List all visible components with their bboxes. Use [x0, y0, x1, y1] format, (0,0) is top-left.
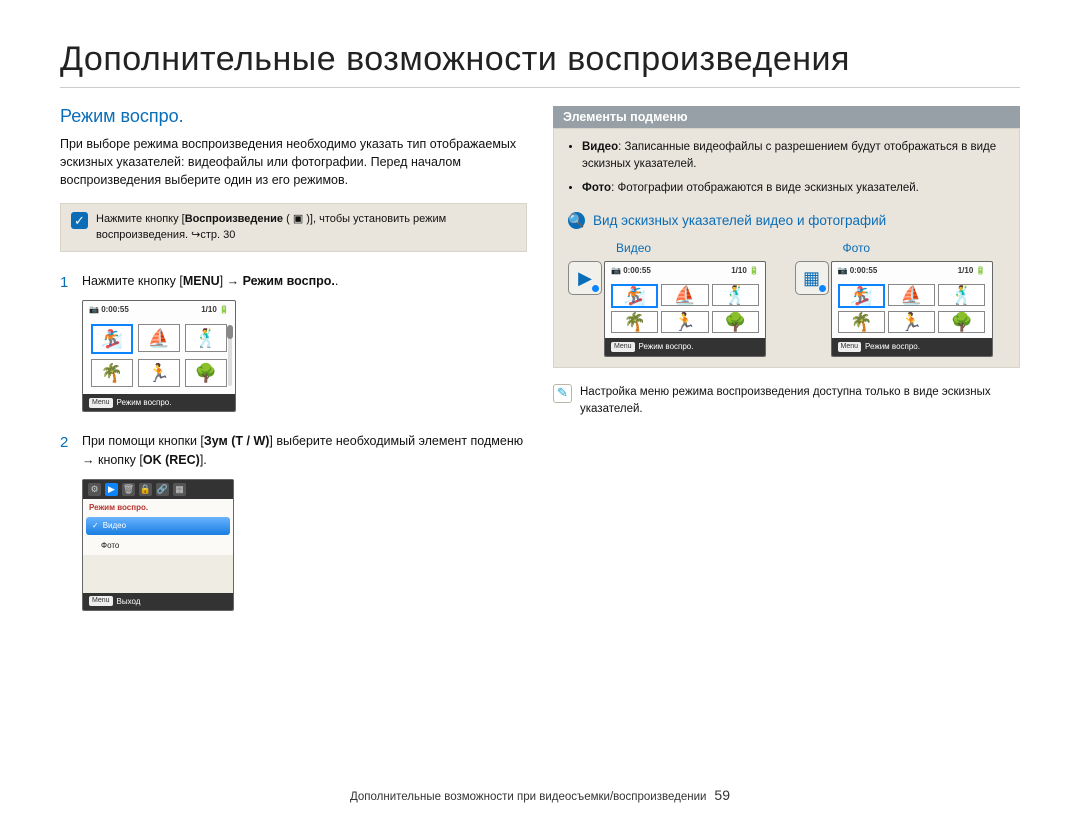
- thumbnail[interactable]: 🕺: [185, 324, 227, 352]
- magnify-icon: 🔍: [568, 212, 585, 229]
- menu-tabbar: ⚙ ▶ 🗑 🔒 🔗 ▦: [83, 480, 233, 499]
- step-1: 1 Нажмите кнопку [MENU] → Режим воспро..…: [60, 272, 527, 412]
- page-number: 59: [714, 787, 730, 803]
- menu-chip: Menu: [89, 398, 113, 408]
- thumbnail[interactable]: 🕺: [712, 284, 759, 306]
- menu-item-photo[interactable]: Фото: [83, 537, 233, 555]
- thumbnail[interactable]: 🏂: [611, 284, 658, 308]
- step-number: 1: [60, 272, 72, 412]
- section-heading: Режим воспро.: [60, 106, 527, 127]
- intro-paragraph: При выборе режима воспроизведения необхо…: [60, 135, 527, 189]
- menu-heading: Режим воспро.: [83, 499, 233, 516]
- thumbnail[interactable]: 🏃: [888, 311, 935, 333]
- thumbnail[interactable]: 🌴: [91, 359, 133, 387]
- step-number: 2: [60, 432, 72, 611]
- tab-icon[interactable]: 🗑: [122, 483, 135, 496]
- menu-chip: Menu: [89, 596, 113, 606]
- left-column: Режим воспро. При выборе режима воспроиз…: [60, 106, 527, 611]
- thumbnail[interactable]: ⛵: [661, 284, 708, 306]
- step-2: 2 При помощи кнопки [Зум (T / W)] выбери…: [60, 432, 527, 611]
- thumbnail-grid: 🏂 ⛵ 🕺 🌴 🏃 🌳: [83, 319, 235, 394]
- play-mode-note: ✓ Нажмите кнопку [Воспроизведение ( ▣ )]…: [60, 203, 527, 252]
- thumbnail[interactable]: ⛵: [138, 324, 180, 352]
- page-title: Дополнительные возможности воспроизведен…: [60, 40, 1020, 88]
- lcd-footer-label: Режим воспро.: [117, 397, 172, 409]
- thumbnail[interactable]: 🌳: [185, 359, 227, 387]
- tab-icon[interactable]: 🔒: [139, 483, 152, 496]
- lcd-thumbnails: 📷 0:00:55 1/10 🔋 🏂 ⛵ 🕺 🌴 🏃 🌳: [82, 300, 236, 412]
- info-icon: ✎: [553, 384, 572, 403]
- right-column: Элементы подменю Видео: Записанные видео…: [553, 106, 1020, 611]
- menu-item-video[interactable]: ✓ Видео: [86, 517, 230, 535]
- mode-video-icon: ▶: [568, 261, 602, 295]
- submenu-heading: Элементы подменю: [553, 106, 1020, 128]
- tv-label-photo: Фото: [843, 239, 1006, 257]
- page-footer: Дополнительные возможности при видеосъем…: [0, 787, 1080, 803]
- lcd-photo-thumbs: 📷 0:00:55 1/10 🔋 🏂 ⛵ 🕺 🌴 🏃 🌳: [831, 261, 993, 357]
- lcd-exit-label: Выход: [117, 596, 141, 608]
- thumbnail[interactable]: 🌴: [838, 311, 885, 333]
- thumbnail[interactable]: 🏃: [138, 359, 180, 387]
- lcd-counter: 1/10 🔋: [201, 304, 229, 316]
- lcd-menu: ⚙ ▶ 🗑 🔒 🔗 ▦ Режим воспро. ✓ Видео Фото: [82, 479, 234, 611]
- thumbnail[interactable]: 🌴: [611, 311, 658, 333]
- scrollbar[interactable]: [228, 325, 232, 386]
- thumbnail[interactable]: 🏃: [661, 311, 708, 333]
- thumbnail[interactable]: 🏂: [91, 324, 133, 354]
- info-note: ✎ Настройка меню режима воспроизведения …: [553, 384, 1020, 417]
- thumbnail[interactable]: 🏂: [838, 284, 885, 308]
- thumb-view-title: 🔍 Вид эскизных указателей видео и фотогр…: [568, 211, 1005, 231]
- lcd-video-thumbs: 📷 0:00:55 1/10 🔋 🏂 ⛵ 🕺 🌴 🏃 🌳: [604, 261, 766, 357]
- tab-icon[interactable]: ▶: [105, 483, 118, 496]
- info-note-text: Настройка меню режима воспроизведения до…: [580, 384, 1020, 417]
- thumbnail[interactable]: 🕺: [938, 284, 985, 306]
- mode-photo-icon: ▦: [795, 261, 829, 295]
- submenu-panel: Видео: Записанные видеофайлы с разрешени…: [553, 128, 1020, 368]
- tab-icon[interactable]: ▦: [173, 483, 186, 496]
- note-text: Нажмите кнопку [Воспроизведение ( ▣ )], …: [96, 212, 516, 243]
- thumbnail[interactable]: 🌳: [938, 311, 985, 333]
- lcd-time: 📷 0:00:55: [89, 304, 129, 316]
- tv-label-video: Видео: [616, 239, 779, 257]
- tab-icon[interactable]: ⚙: [88, 483, 101, 496]
- thumbnail[interactable]: 🌳: [712, 311, 759, 333]
- thumbnail[interactable]: ⛵: [888, 284, 935, 306]
- check-icon: ✓: [71, 212, 88, 229]
- submenu-bullet: Фото: Фотографии отображаются в виде эск…: [582, 180, 1005, 197]
- tab-icon[interactable]: 🔗: [156, 483, 169, 496]
- submenu-bullet: Видео: Записанные видеофайлы с разрешени…: [582, 139, 1005, 174]
